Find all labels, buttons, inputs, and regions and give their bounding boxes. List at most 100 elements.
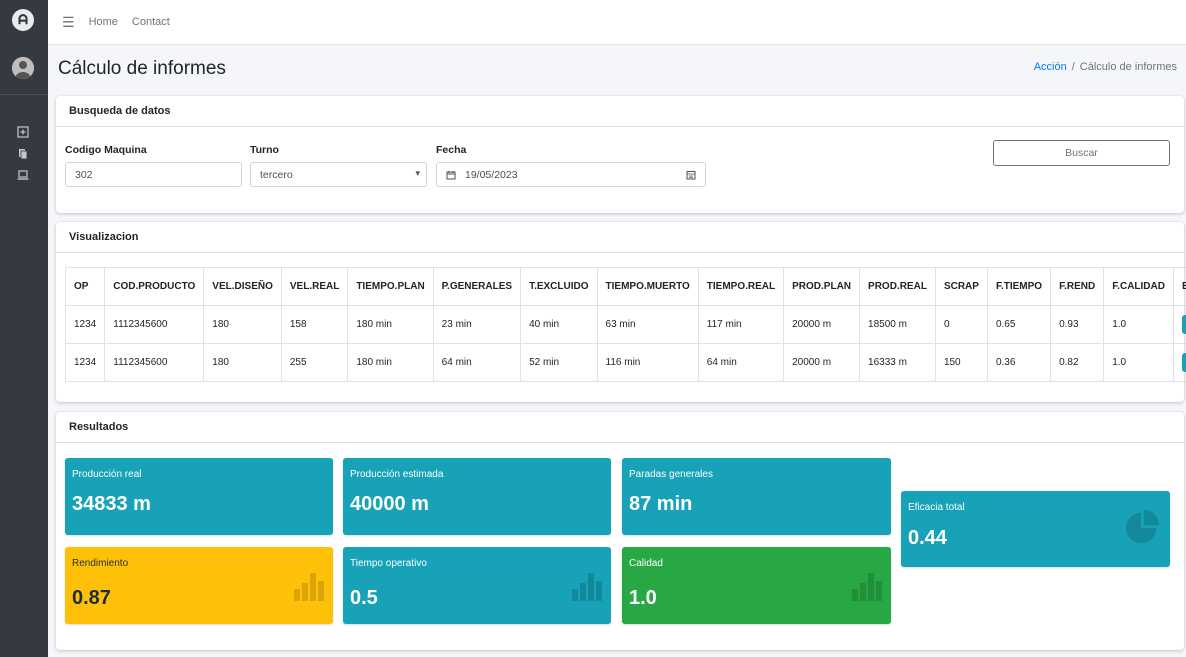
col-f-calidad: F.CALIDAD bbox=[1103, 267, 1174, 306]
cell-t-excluido: 52 min bbox=[520, 343, 598, 382]
info-box-produccion-estimada: Producción estimada 40000 m bbox=[343, 458, 611, 535]
info-box-value: 40000 m bbox=[350, 493, 429, 515]
cell-tiempo-plan: 180 min bbox=[347, 343, 434, 382]
col-tiempo-plan: TIEMPO.PLAN bbox=[347, 267, 434, 306]
bar-chart-icon bbox=[294, 573, 324, 601]
cell-prod-real: 18500 m bbox=[859, 305, 936, 344]
col-tiempo-muerto: TIEMPO.MUERTO bbox=[596, 267, 699, 306]
info-box-label: Rendimiento bbox=[72, 558, 129, 569]
nav-home-link[interactable]: Home bbox=[89, 16, 118, 28]
copy-icon bbox=[19, 149, 28, 160]
shift-select[interactable]: tercero ▾ bbox=[250, 162, 427, 187]
cell-tiempo-muerto: 63 min bbox=[596, 305, 699, 344]
hamburger-menu-icon[interactable]: ☰ bbox=[62, 14, 75, 31]
sidebar-item-copy[interactable] bbox=[14, 145, 32, 163]
cell-scrap: 0 bbox=[934, 305, 988, 344]
breadcrumb-parent-link[interactable]: Acción bbox=[1034, 61, 1067, 73]
col-tiempo-real: TIEMPO.REAL bbox=[697, 267, 785, 306]
breadcrumb: Acción / Cálculo de informes bbox=[1034, 61, 1177, 73]
info-box-rendimiento: Rendimiento 0.87 bbox=[65, 547, 333, 624]
col-op: OP bbox=[64, 267, 106, 306]
col-edi: EDI bbox=[1172, 267, 1186, 306]
cell-cod-producto: 1112345600 bbox=[104, 343, 205, 382]
info-box-paradas-generales: Paradas generales 87 min bbox=[622, 458, 891, 535]
visualization-card: Visualizacion OP COD.PRODUCTO VEL.DISEÑO… bbox=[56, 222, 1186, 402]
info-box-value: 0.87 bbox=[72, 587, 111, 609]
cell-t-excluido: 40 min bbox=[520, 305, 598, 344]
col-f-rend: F.REND bbox=[1050, 267, 1105, 306]
info-box-label: Paradas generales bbox=[629, 469, 713, 480]
user-avatar[interactable] bbox=[12, 57, 34, 79]
brand-logo[interactable] bbox=[12, 9, 34, 31]
info-box-calidad: Calidad 1.0 bbox=[622, 547, 891, 624]
top-navbar: ☰ Home Contact bbox=[48, 0, 1186, 45]
edit-button[interactable] bbox=[1181, 353, 1186, 372]
col-prod-real: PROD.REAL bbox=[859, 267, 936, 306]
page-title: Cálculo de informes bbox=[58, 58, 226, 79]
machine-code-input[interactable]: 302 bbox=[65, 162, 242, 187]
info-box-value: 0.44 bbox=[908, 527, 947, 549]
sidebar bbox=[0, 0, 48, 657]
date-input[interactable]: 19/05/2023 bbox=[436, 162, 706, 187]
cell-p-generales: 23 min bbox=[432, 305, 522, 344]
cell-p-generales: 64 min bbox=[432, 343, 522, 382]
shift-label: Turno bbox=[250, 144, 279, 156]
cell-op: 1234 bbox=[64, 305, 106, 344]
info-box-label: Eficacia total bbox=[908, 502, 965, 513]
pie-chart-icon bbox=[1125, 509, 1160, 544]
calendar-icon bbox=[446, 170, 456, 179]
info-box-label: Calidad bbox=[629, 558, 663, 569]
results-card: Resultados Producción real 34833 m Produ… bbox=[56, 412, 1184, 650]
sidebar-item-laptop[interactable] bbox=[14, 166, 32, 184]
info-box-value: 87 min bbox=[629, 493, 693, 515]
col-scrap: SCRAP bbox=[934, 267, 988, 306]
avatar-icon bbox=[12, 57, 34, 79]
edit-button[interactable] bbox=[1181, 315, 1186, 334]
machine-code-value: 302 bbox=[75, 168, 93, 181]
results-card-header: Resultados bbox=[56, 412, 1184, 443]
visualization-card-header: Visualizacion bbox=[56, 222, 1184, 253]
cell-tiempo-muerto: 116 min bbox=[596, 343, 699, 382]
date-value: 19/05/2023 bbox=[465, 168, 518, 181]
search-card-header: Busqueda de datos bbox=[56, 96, 1184, 127]
nav-contact-link[interactable]: Contact bbox=[132, 16, 170, 28]
info-box-label: Producción real bbox=[72, 469, 142, 480]
info-box-label: Tiempo operativo bbox=[350, 558, 427, 569]
cell-tiempo-real: 64 min bbox=[697, 343, 785, 382]
search-button[interactable]: Buscar bbox=[993, 140, 1170, 166]
table-row: 1234 1112345600 180 255 180 min 64 min 5… bbox=[64, 343, 1186, 382]
cell-cod-producto: 1112345600 bbox=[104, 305, 205, 344]
col-prod-plan: PROD.PLAN bbox=[783, 267, 861, 306]
info-box-produccion-real: Producción real 34833 m bbox=[65, 458, 333, 535]
data-table: OP COD.PRODUCTO VEL.DISEÑO VEL.REAL TIEM… bbox=[64, 267, 1186, 382]
info-box-eficacia-total: Eficacia total 0.44 bbox=[901, 491, 1170, 567]
cell-vel-real: 255 bbox=[280, 343, 349, 382]
info-box-value: 34833 m bbox=[72, 493, 151, 515]
bar-chart-icon bbox=[572, 573, 602, 601]
cell-tiempo-real: 117 min bbox=[697, 305, 785, 344]
cell-scrap: 150 bbox=[934, 343, 988, 382]
col-vel-diseno: VEL.DISEÑO bbox=[203, 267, 282, 306]
plus-square-icon bbox=[17, 126, 29, 138]
table-header-row: OP COD.PRODUCTO VEL.DISEÑO VEL.REAL TIEM… bbox=[64, 267, 1186, 306]
bar-chart-icon bbox=[852, 573, 882, 601]
cell-edi bbox=[1172, 343, 1186, 382]
calendar-picker-icon[interactable] bbox=[686, 170, 696, 180]
cell-vel-real: 158 bbox=[280, 305, 349, 344]
col-f-tiempo: F.TIEMPO bbox=[986, 267, 1052, 306]
breadcrumb-separator: / bbox=[1071, 61, 1075, 73]
sidebar-item-plus[interactable] bbox=[14, 123, 32, 141]
info-box-label: Producción estimada bbox=[350, 469, 444, 480]
info-box-value: 1.0 bbox=[629, 587, 657, 609]
col-cod-producto: COD.PRODUCTO bbox=[104, 267, 205, 306]
chevron-down-icon: ▾ bbox=[415, 168, 420, 178]
logo-icon bbox=[18, 14, 28, 25]
machine-code-label: Codigo Maquina bbox=[65, 144, 147, 156]
col-p-generales: P.GENERALES bbox=[432, 267, 522, 306]
date-label: Fecha bbox=[436, 144, 467, 156]
cell-prod-plan: 20000 m bbox=[783, 343, 861, 382]
col-t-excluido: T.EXCLUIDO bbox=[520, 267, 598, 306]
cell-vel-diseno: 180 bbox=[203, 305, 282, 344]
cell-f-rend: 0.82 bbox=[1050, 343, 1105, 382]
cell-f-rend: 0.93 bbox=[1050, 305, 1105, 344]
